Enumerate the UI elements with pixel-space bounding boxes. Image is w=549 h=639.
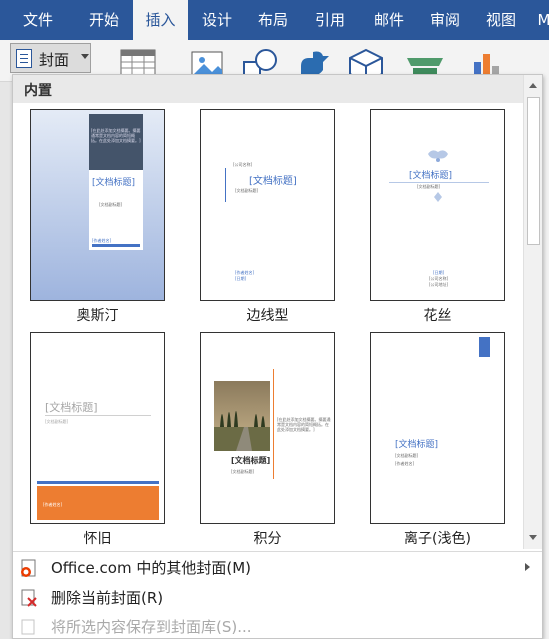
integral-cypress-photo bbox=[214, 381, 270, 451]
cover-thumbnail-filigree[interactable]: [文档标题] [文档副标题] [日期] [公司名称] [公司地址] bbox=[370, 109, 505, 301]
cover-caption-sideline: 边线型 bbox=[246, 308, 289, 324]
cover-menu: Office.com 中的其他封面(M) 删除当前封面(R) 将所选内容保存到封… bbox=[13, 551, 542, 638]
cover-caption-austin: 奥斯汀 bbox=[76, 308, 119, 324]
cover-caption-filigree: 花丝 bbox=[423, 308, 452, 324]
filigree-divider bbox=[389, 182, 489, 183]
filigree-title: [文档标题] bbox=[409, 171, 453, 181]
retro-divider bbox=[45, 415, 151, 416]
cover-thumbnail-retro[interactable]: [文档标题] [文档副标题] [作者姓名] bbox=[30, 332, 165, 524]
tab-view[interactable]: 视图 bbox=[474, 0, 528, 40]
integral-divider bbox=[273, 369, 274, 479]
cover-page-icon bbox=[16, 49, 32, 68]
cover-caption-ion-light: 离子(浅色) bbox=[404, 531, 471, 547]
save-selection-icon bbox=[21, 619, 35, 635]
sideline-title: [文档标题] bbox=[249, 176, 297, 187]
more-covers-menu-item[interactable]: Office.com 中的其他封面(M) bbox=[13, 553, 542, 582]
remove-cover-icon bbox=[21, 589, 37, 607]
ion-accent-block bbox=[479, 337, 490, 357]
ion-title: [文档标题] bbox=[395, 440, 439, 450]
cover-gallery: [在此处添加文档摘要。摘要通常是文档内容的简短概括。在此处添加文档摘要。] [文… bbox=[13, 103, 523, 549]
section-header-builtin: 内置 bbox=[13, 75, 523, 103]
cover-thumbnail-austin[interactable]: [在此处添加文档摘要。摘要通常是文档内容的简短概括。在此处添加文档摘要。] [文… bbox=[30, 109, 165, 301]
sideline-accent bbox=[225, 168, 226, 202]
austin-subtitle: [文档副标题] bbox=[99, 202, 123, 207]
cover-thumbnail-ion-light[interactable]: [文档标题] [文档副标题] [作者姓名] bbox=[370, 332, 505, 524]
save-to-gallery-menu-item[interactable]: 将所选内容保存到封面库(S)... bbox=[13, 612, 542, 639]
gallery-scrollbar[interactable] bbox=[523, 75, 542, 549]
retro-footer-band: [作者姓名] bbox=[37, 486, 159, 520]
filigree-bottom-ornament-icon bbox=[434, 192, 442, 202]
sideline-company: [公司名称] bbox=[233, 162, 253, 167]
ion-author: [作者姓名] bbox=[395, 461, 415, 466]
scroll-up-arrow-icon[interactable] bbox=[526, 79, 540, 93]
austin-title: [文档标题] bbox=[92, 178, 136, 188]
chevron-down-icon bbox=[81, 54, 89, 59]
cover-page-label: 封面 bbox=[39, 51, 70, 69]
tab-mailings[interactable]: 邮件 bbox=[362, 0, 416, 40]
scrollbar-thumb[interactable] bbox=[527, 97, 540, 245]
document-background bbox=[0, 82, 12, 639]
retro-title: [文档标题] bbox=[45, 401, 98, 414]
save-to-gallery-label: 将所选内容保存到封面库(S)... bbox=[51, 618, 252, 636]
tab-design[interactable]: 设计 bbox=[190, 0, 244, 40]
tab-home[interactable]: 开始 bbox=[76, 0, 132, 40]
remove-cover-label: 删除当前封面(R) bbox=[51, 589, 164, 607]
office-online-icon bbox=[21, 559, 36, 577]
cover-gallery-dropdown: 内置 [在此处添加文档摘要。摘要通常是文档内容的简短概括。在此处添加文档摘要。]… bbox=[12, 74, 543, 639]
cover-page-button[interactable]: 封面 bbox=[10, 43, 91, 73]
integral-title: [文档标题] bbox=[231, 456, 271, 465]
retro-author: [作者姓名] bbox=[43, 502, 63, 507]
sideline-date: [日期] bbox=[235, 276, 247, 281]
filigree-address: [公司地址] bbox=[429, 282, 449, 287]
tab-more[interactable]: M bbox=[534, 0, 549, 40]
tab-review[interactable]: 审阅 bbox=[418, 0, 472, 40]
tab-layout[interactable]: 布局 bbox=[246, 0, 300, 40]
cover-thumbnail-sideline[interactable]: [公司名称] [文档标题] [文档副标题] [作者姓名] [日期] bbox=[200, 109, 335, 301]
ribbon-tab-bar: 文件 开始 插入 设计 布局 引用 邮件 审阅 视图 M bbox=[0, 0, 549, 40]
scroll-down-arrow-icon[interactable] bbox=[526, 530, 540, 544]
ion-subtitle: [文档副标题] bbox=[395, 453, 419, 458]
more-covers-label: Office.com 中的其他封面(M) bbox=[51, 559, 252, 577]
retro-accent-bar bbox=[37, 481, 159, 484]
submenu-arrow-icon bbox=[525, 563, 530, 571]
tab-insert[interactable]: 插入 bbox=[133, 0, 188, 40]
austin-page-card: [在此处添加文档摘要。摘要通常是文档内容的简短概括。在此处添加文档摘要。] [文… bbox=[89, 114, 143, 250]
sideline-subtitle: [文档副标题] bbox=[235, 188, 259, 193]
cover-caption-integral: 积分 bbox=[253, 531, 282, 547]
cover-thumbnail-integral[interactable]: [在此处添加文档摘要。摘要通常是文档内容的简短概括。在此处添加文档摘要。] [文… bbox=[200, 332, 335, 524]
retro-subtitle: [文档副标题] bbox=[45, 419, 69, 424]
austin-footer-bar bbox=[92, 244, 140, 247]
integral-abstract: [在此处添加文档摘要。摘要通常是文档内容的简短概括。在此处添加文档摘要。] bbox=[277, 417, 331, 432]
tab-file[interactable]: 文件 bbox=[10, 0, 66, 40]
filigree-ornament-icon bbox=[428, 150, 448, 162]
ribbon-overflow bbox=[543, 40, 549, 639]
remove-cover-menu-item[interactable]: 删除当前封面(R) bbox=[13, 583, 542, 612]
cover-caption-retro: 怀旧 bbox=[83, 531, 112, 547]
austin-abstract-text: [在此处添加文档摘要。摘要通常是文档内容的简短概括。在此处添加文档摘要。] bbox=[91, 128, 141, 143]
integral-subtitle: [文档副标题] bbox=[231, 469, 255, 474]
tab-references[interactable]: 引用 bbox=[302, 0, 358, 40]
